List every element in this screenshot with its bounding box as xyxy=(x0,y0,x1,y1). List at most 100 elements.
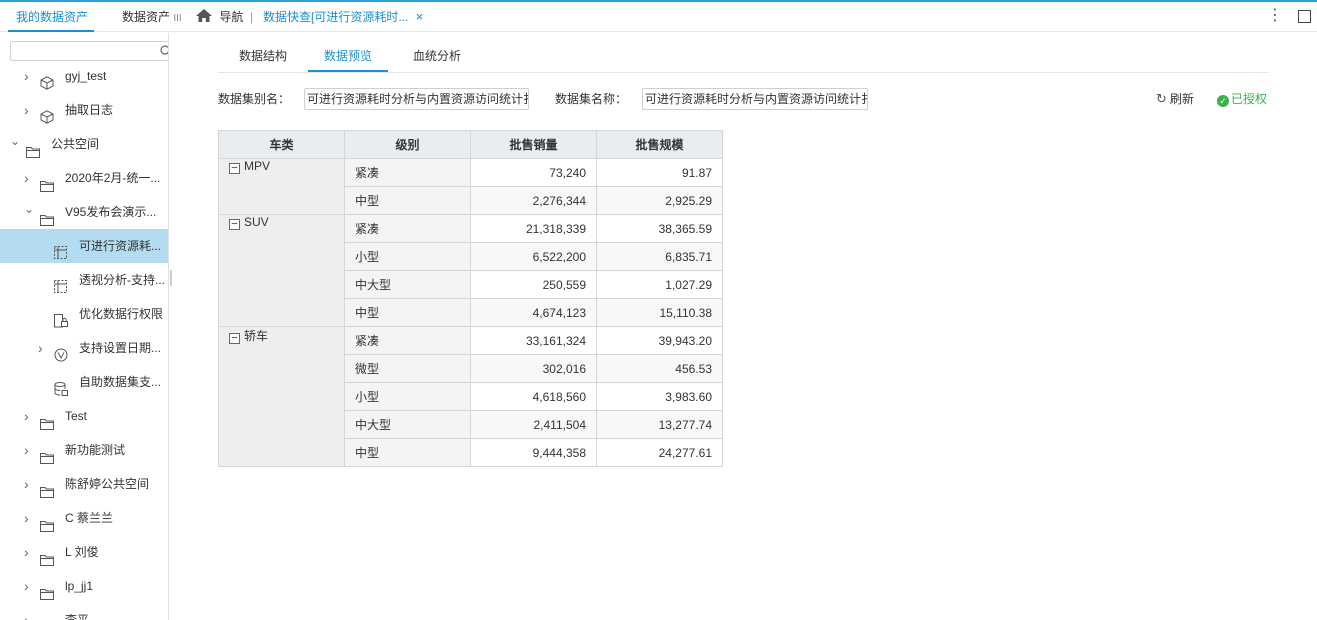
chevron-right-icon[interactable]: › xyxy=(24,535,29,569)
tab-nav[interactable]: 导航 xyxy=(196,2,243,32)
sales-scale-cell: 91.87 xyxy=(596,158,723,187)
collapse-icon[interactable]: − xyxy=(229,219,240,230)
sales-volume-cell: 33,161,324 xyxy=(470,326,597,355)
sales-scale-cell: 2,925.29 xyxy=(596,186,723,215)
sidebar-item[interactable]: 可进行资源耗... xyxy=(0,229,168,263)
cube-icon xyxy=(40,103,54,124)
authorized-label: 已授权 xyxy=(1231,92,1268,106)
sidebar-item[interactable]: › C 蔡兰兰 xyxy=(0,501,168,535)
sidebar-item-label: lp_jj1 xyxy=(65,579,94,593)
sidebar-item-label: 抽取日志 xyxy=(65,103,114,117)
level-cell: 中型 xyxy=(344,186,471,215)
chevron-right-icon[interactable]: › xyxy=(24,93,29,127)
level-cell: 中大型 xyxy=(344,270,471,299)
chevron-right-icon[interactable]: › xyxy=(24,59,29,93)
level-cell: 中大型 xyxy=(344,410,471,439)
chevron-right-icon[interactable]: › xyxy=(24,399,29,433)
chevron-right-icon[interactable]: › xyxy=(24,467,29,501)
search-input[interactable] xyxy=(10,41,168,61)
group-cell: − 轿车 xyxy=(218,326,345,467)
search-icon[interactable] xyxy=(160,45,169,57)
tab-data-assets-label: 数据资产 xyxy=(122,10,171,24)
folder-icon xyxy=(40,443,54,464)
sidebar-item-label: 新功能测试 xyxy=(65,443,126,457)
sales-scale-cell: 15,110.38 xyxy=(596,298,723,327)
sidebar-item[interactable]: › 新功能测试 xyxy=(0,433,168,467)
level-cell: 中型 xyxy=(344,438,471,467)
tab-separator: | xyxy=(250,10,254,24)
chevron-right-icon[interactable]: › xyxy=(24,501,29,535)
tab-data-structure[interactable]: 数据结构 xyxy=(218,41,308,72)
sidebar-item[interactable]: › lp_jj1 xyxy=(0,569,168,603)
sidebar: › gyj_test › 抽取日志 ⌄ 公共空间 › 2020年2月-统一... ⌄ V95发布会… xyxy=(0,33,169,620)
group-label: 轿车 xyxy=(244,329,269,343)
chevron-right-icon[interactable]: › xyxy=(24,433,29,467)
query-icon xyxy=(54,341,68,362)
chevron-right-icon[interactable]: › xyxy=(38,331,43,365)
folder-icon xyxy=(40,205,54,226)
more-vert-icon[interactable]: ⋮ xyxy=(1267,8,1283,24)
sales-volume-cell: 21,318,339 xyxy=(470,214,597,243)
column-header: 批售规模 xyxy=(596,130,723,159)
tab-my-assets[interactable]: 我的数据资产 xyxy=(16,2,88,32)
table-row: − SUV 紧凑 21,318,339 38,365.59 xyxy=(218,214,723,327)
dataset-alias-field[interactable]: 可进行资源耗时分析与内置资源访问统计扌 xyxy=(304,88,529,110)
tab-active-underline xyxy=(8,30,94,32)
tab-current[interactable]: 数据快查[可进行资源耗时... × xyxy=(263,2,423,32)
folder-icon xyxy=(40,409,54,430)
collapse-icon[interactable]: − xyxy=(229,333,240,344)
collapse-icon[interactable]: − xyxy=(229,163,240,174)
sales-scale-cell: 456.53 xyxy=(596,354,723,383)
sidebar-item[interactable]: › 2020年2月-统一... xyxy=(0,161,168,195)
cube-icon xyxy=(40,69,54,90)
pivot-icon xyxy=(54,239,68,259)
sidebar-item[interactable]: ⌄ V95发布会演示... xyxy=(0,192,168,229)
tab-data-preview[interactable]: 数据预览 xyxy=(308,41,388,72)
sales-scale-cell: 24,277.61 xyxy=(596,438,723,467)
sidebar-item[interactable]: 优化数据行权限 xyxy=(0,297,168,331)
tab-data-assets[interactable]: 数据资产 III xyxy=(122,2,182,32)
folder-icon xyxy=(40,171,54,192)
sidebar-item-label: 可进行资源耗... xyxy=(79,239,162,253)
sidebar-item[interactable]: › 陈舒婷公共空间 xyxy=(0,467,168,501)
sales-volume-cell: 302,016 xyxy=(470,354,597,383)
sidebar-item[interactable]: › gyj_test xyxy=(0,59,168,93)
table-row: − 轿车 紧凑 33,161,324 39,943.20 xyxy=(218,326,723,467)
sidebar-item[interactable]: 自助数据集支... xyxy=(0,365,168,399)
tab-bar: 我的数据资产 数据资产 III 导航 | 数据快查[可进行资源耗时... × ⋮ xyxy=(0,2,1317,32)
preview-table: 车类 级别 批售销量 批售规模 − MPV 紧凑 73,240 91.87 中型 2,276… xyxy=(218,130,723,467)
sidebar-item[interactable]: › L 刘俊 xyxy=(0,535,168,569)
chevron-right-icon[interactable]: › xyxy=(24,161,29,195)
tab-more-icon[interactable]: III xyxy=(173,13,181,24)
sidebar-item[interactable]: › 抽取日志 xyxy=(0,93,168,127)
sales-scale-cell: 6,835.71 xyxy=(596,242,723,271)
folder-icon xyxy=(26,137,40,158)
tab-lineage-analysis[interactable]: 血统分析 xyxy=(401,41,473,72)
sidebar-item[interactable]: › Test xyxy=(0,399,168,433)
sales-volume-cell: 2,276,344 xyxy=(470,186,597,215)
level-cell: 中型 xyxy=(344,298,471,327)
pivot-icon xyxy=(54,273,68,293)
sales-volume-cell: 4,618,560 xyxy=(470,382,597,411)
sidebar-item[interactable]: › 李平 xyxy=(0,603,168,620)
chevron-down-icon[interactable]: ⌄ xyxy=(10,124,20,158)
maximize-icon[interactable] xyxy=(1298,10,1311,23)
sidebar-item[interactable]: ⌄ 公共空间 xyxy=(0,124,168,161)
folder-icon xyxy=(40,477,54,498)
dataset-alias-label: 数据集别名： xyxy=(218,92,291,106)
dataset-name-field[interactable]: 可进行资源耗时分析与内置资源访问统计扌 xyxy=(642,88,868,110)
close-icon[interactable]: × xyxy=(416,9,424,24)
sidebar-item-label: 2020年2月-统一... xyxy=(65,171,161,185)
folder-icon xyxy=(40,613,54,620)
tab-nav-label: 导航 xyxy=(219,10,244,24)
sidebar-item-label: 公共空间 xyxy=(51,137,100,151)
table-header-row: 车类 级别 批售销量 批售规模 xyxy=(218,130,723,159)
sidebar-item[interactable]: 透视分析-支持... xyxy=(0,263,168,297)
chevron-right-icon[interactable]: › xyxy=(24,603,29,620)
refresh-button[interactable]: ↻ 刷新 xyxy=(1156,88,1194,110)
chevron-down-icon[interactable]: ⌄ xyxy=(24,192,34,226)
sidebar-item-label: 优化数据行权限 xyxy=(79,307,164,321)
refresh-label: 刷新 xyxy=(1169,92,1194,106)
sidebar-item[interactable]: › 支持设置日期... xyxy=(0,331,168,365)
chevron-right-icon[interactable]: › xyxy=(24,569,29,603)
